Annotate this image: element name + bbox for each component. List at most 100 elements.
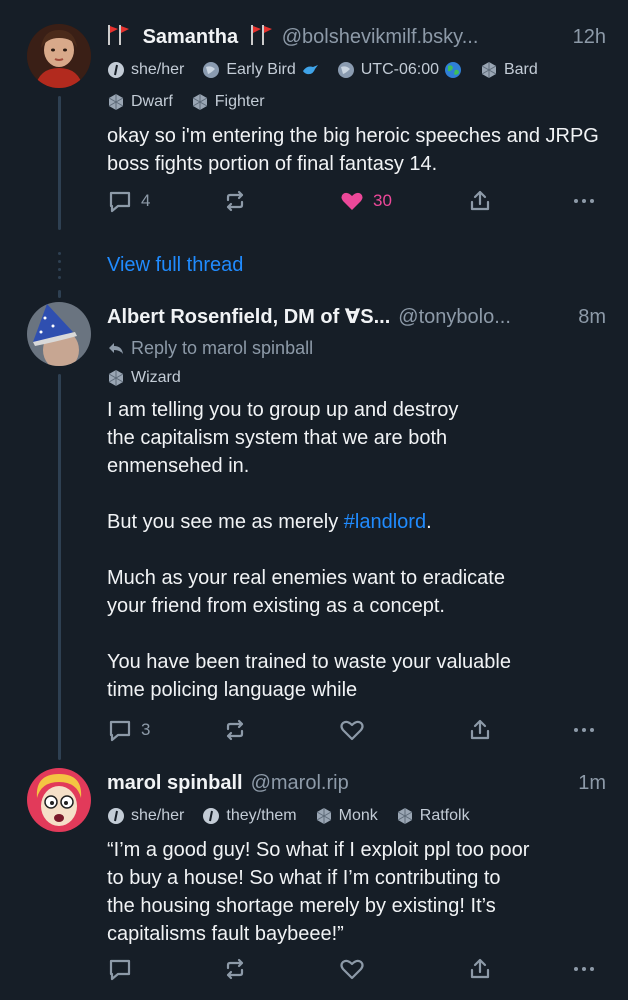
badge[interactable]: Early Bird	[202, 60, 318, 80]
repost-button[interactable]	[222, 188, 256, 214]
avatar[interactable]	[27, 24, 91, 88]
reply-icon	[109, 720, 131, 742]
more-dots-icon	[574, 199, 594, 203]
handle[interactable]: @bolshevikmilf.bsky...	[282, 24, 479, 50]
share-icon	[470, 719, 490, 740]
like-button[interactable]	[339, 956, 373, 982]
d20-icon	[397, 808, 413, 824]
badge[interactable]: Fighter	[191, 92, 265, 112]
post-text-line: the housing shortage merely by existing!…	[107, 895, 496, 917]
badge-label: Bard	[503, 61, 538, 78]
more-options-button[interactable]	[571, 956, 597, 982]
badge-label: they/them	[226, 807, 297, 824]
reply-to-link[interactable]: Reply to marol spinball	[107, 336, 606, 360]
thread-dots	[58, 252, 61, 284]
red-flag-icon	[250, 25, 274, 45]
repost-button[interactable]	[222, 956, 256, 982]
hashtag-link[interactable]: #landlord	[344, 511, 426, 533]
info-circle-icon	[203, 808, 220, 824]
badge[interactable]: Ratfolk	[396, 806, 470, 826]
badge-label: Monk	[338, 807, 378, 824]
timestamp[interactable]: 1m	[568, 770, 606, 796]
post-text-line: “I’m a good guy! So what if I exploit pp…	[107, 839, 530, 861]
post-text-line: capitalisms fault baybeee!”	[107, 923, 344, 945]
badge-label: UTC-06:00	[360, 61, 439, 78]
badge[interactable]: Bard	[480, 60, 538, 80]
display-name[interactable]: Samantha	[107, 24, 274, 50]
post-text-line: time policing language while	[107, 679, 358, 701]
badge-label: Ratfolk	[419, 807, 470, 824]
reply-button[interactable]: 4	[107, 188, 150, 214]
post-albert[interactable]: Albert Rosenfield, DM of ∀S... @tonybolo…	[0, 290, 628, 760]
post-text-line: enmensehed in.	[107, 455, 250, 477]
avatar[interactable]	[27, 768, 91, 832]
display-name[interactable]: marol spinball	[107, 770, 243, 796]
earth-globe-icon	[444, 62, 461, 78]
avatar-image	[27, 24, 91, 88]
display-name[interactable]: Albert Rosenfield, DM of ∀S...	[107, 304, 390, 330]
timestamp[interactable]: 8m	[568, 304, 606, 330]
more-options-button[interactable]	[571, 188, 597, 214]
handle[interactable]: @marol.rip	[251, 770, 349, 796]
badge[interactable]: she/her	[107, 60, 184, 80]
timestamp[interactable]: 12h	[563, 24, 606, 50]
heart-filled-icon	[341, 192, 363, 210]
post-text-line: okay so i'm entering the big heroic spee…	[107, 125, 599, 175]
badge[interactable]: Dwarf	[107, 92, 173, 112]
post-marol[interactable]: marol spinball @marol.rip 1m she/her the…	[0, 760, 628, 1000]
post-text: okay so i'm entering the big heroic spee…	[107, 122, 606, 178]
reply-button[interactable]: 3	[107, 717, 150, 743]
badge-label: she/her	[131, 807, 185, 824]
share-button[interactable]	[467, 188, 493, 214]
globe-icon	[337, 62, 354, 78]
badge[interactable]: she/her	[107, 806, 184, 826]
post-samantha[interactable]: Samantha @bolshevikmilf.bsky... 12h she/…	[0, 0, 628, 230]
post-text-line: You have been trained to waste your valu…	[107, 651, 511, 673]
thread-line	[58, 290, 61, 298]
post-text-line: But you see me as merely #landlord.	[107, 508, 606, 536]
repost-icon	[226, 190, 244, 212]
post-text-line: your friend from existing as a concept.	[107, 595, 445, 617]
badge[interactable]: Monk	[315, 806, 378, 826]
view-full-thread-link[interactable]: View full thread	[107, 254, 243, 277]
badge[interactable]: Wizard	[107, 368, 181, 388]
post-actions: 3	[107, 717, 605, 745]
thread-line	[58, 96, 61, 230]
repost-icon	[226, 719, 244, 741]
more-options-button[interactable]	[571, 717, 597, 743]
d20-icon	[192, 94, 208, 110]
badge-label: Wizard	[131, 369, 181, 386]
display-name-text: Samantha	[142, 26, 239, 48]
avatar-image	[27, 768, 91, 832]
post-actions	[107, 956, 605, 984]
bird-icon	[302, 65, 318, 75]
red-flag-icon	[107, 25, 131, 45]
badge-label: she/her	[131, 61, 185, 78]
badge[interactable]: UTC-06:00	[337, 60, 462, 80]
d20-icon	[108, 370, 124, 386]
reply-button[interactable]	[107, 956, 141, 982]
d20-icon	[316, 808, 331, 824]
reply-icon	[109, 191, 131, 213]
share-button[interactable]	[467, 717, 493, 743]
post-text: I am telling you to group up and destroy…	[107, 396, 606, 704]
heart-outline-icon	[340, 959, 364, 980]
share-button[interactable]	[467, 956, 493, 982]
profile-badges: she/her Early Bird UTC-06:00 Bard Dwarf	[107, 60, 606, 124]
post-text-segment: But you see me as merely	[107, 511, 344, 533]
badge[interactable]: they/them	[202, 806, 297, 826]
profile-badges: she/her they/them Monk Ratfolk	[107, 806, 606, 838]
info-circle-icon	[108, 62, 124, 78]
reply-count: 4	[141, 191, 151, 210]
avatar[interactable]	[27, 302, 91, 366]
globe-icon	[203, 62, 220, 78]
badge-label: Dwarf	[131, 93, 173, 110]
post-text-segment: .	[426, 511, 432, 533]
handle[interactable]: @tonybolo...	[398, 304, 511, 330]
share-icon	[470, 958, 490, 979]
badge-label: Fighter	[214, 93, 265, 110]
like-button[interactable]	[339, 717, 373, 743]
repost-button[interactable]	[222, 717, 256, 743]
share-icon	[470, 190, 490, 211]
like-button[interactable]: 30	[339, 188, 392, 214]
